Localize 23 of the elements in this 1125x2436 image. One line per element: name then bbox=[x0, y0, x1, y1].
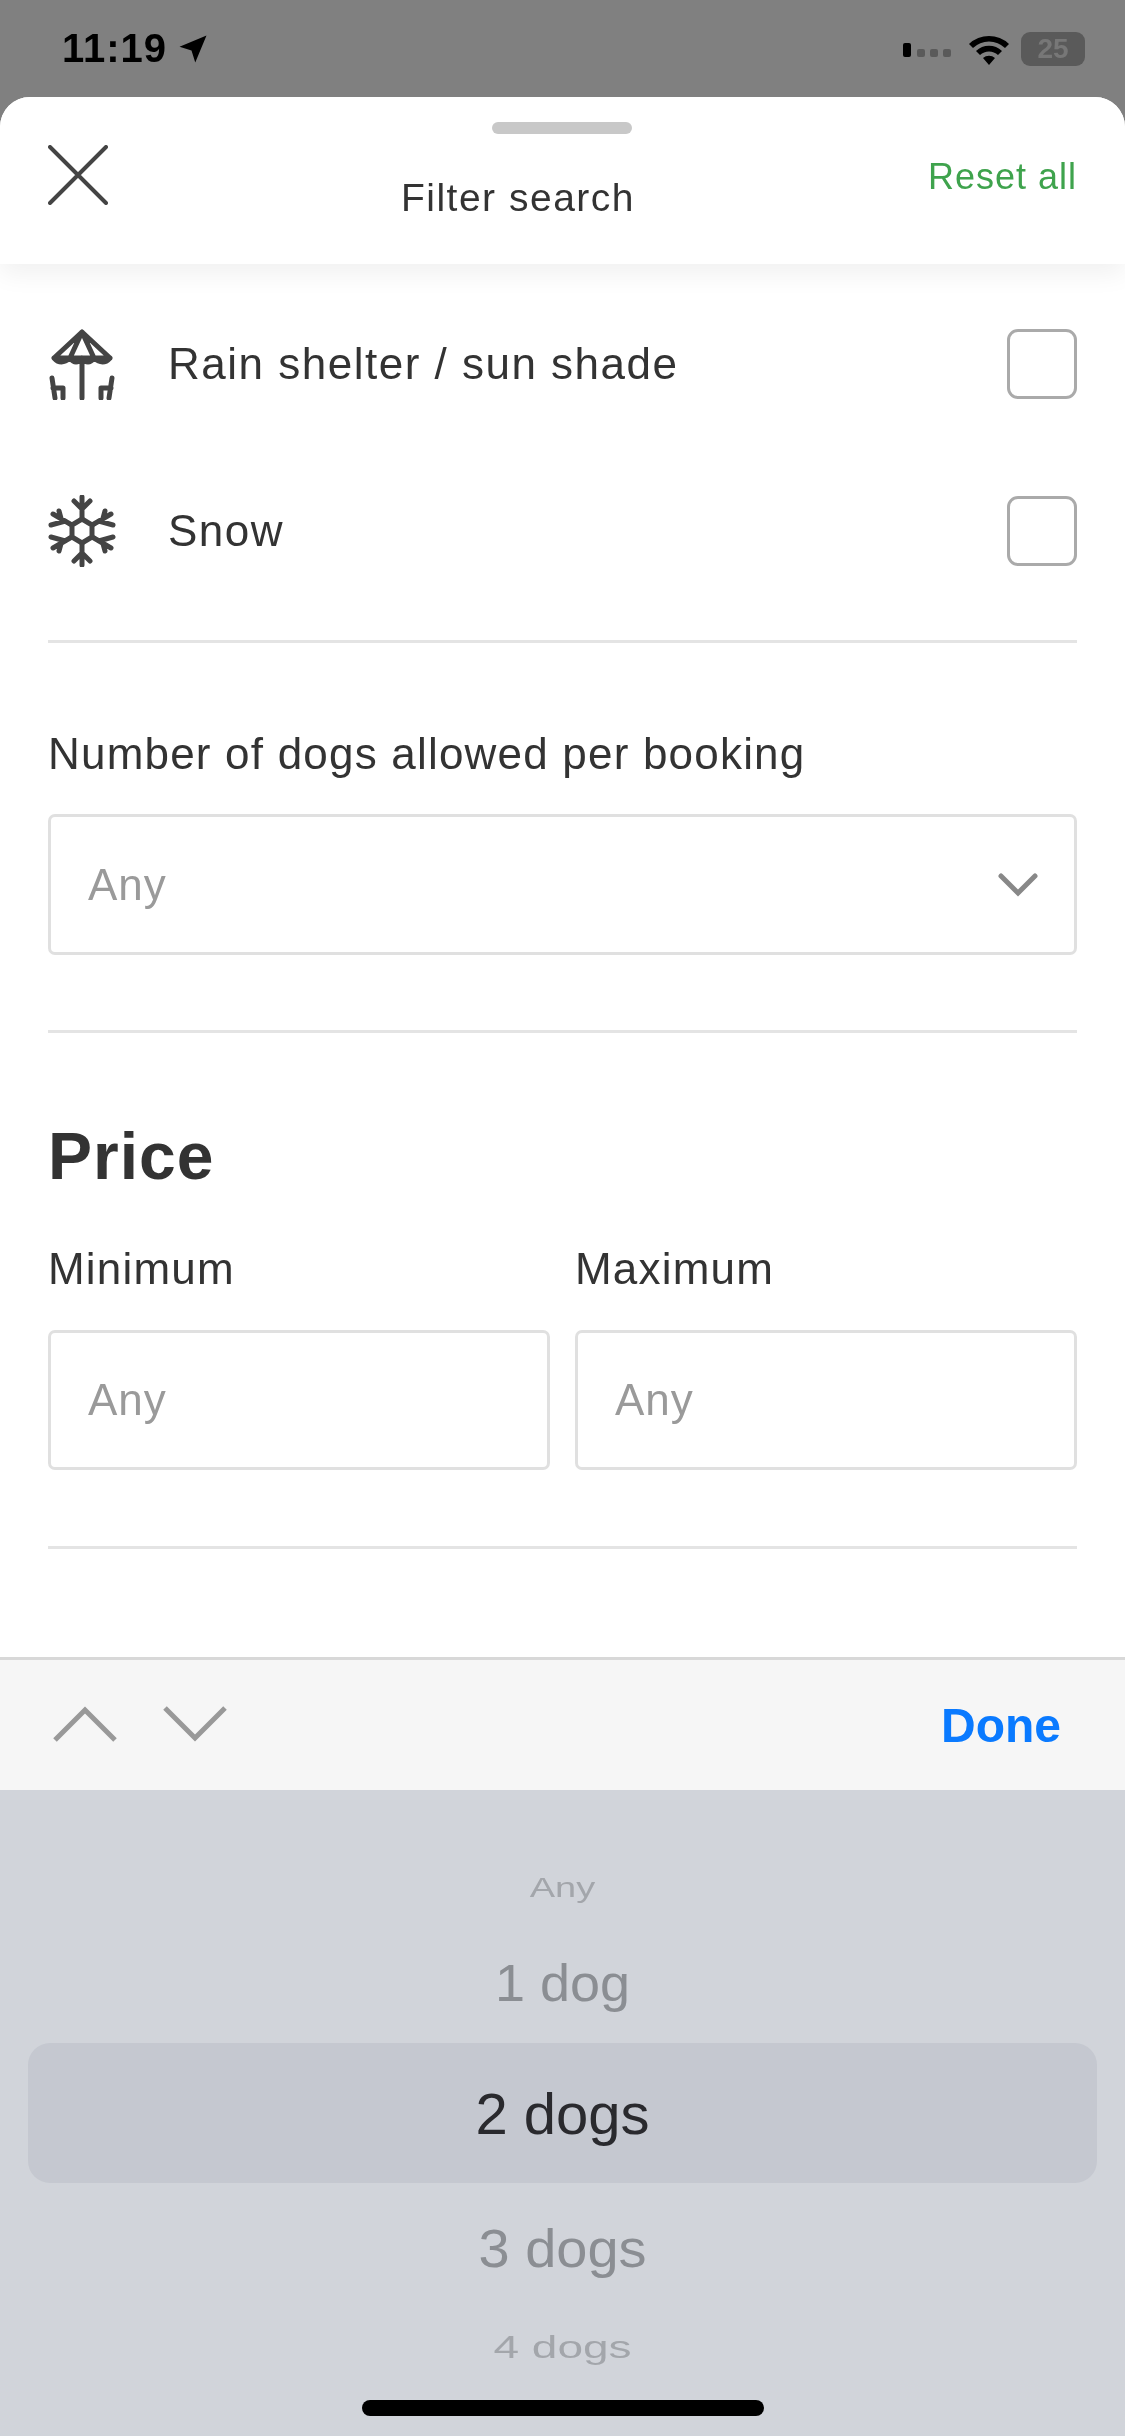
close-button[interactable] bbox=[48, 144, 108, 205]
price-input[interactable]: Any bbox=[48, 1330, 550, 1470]
field-label: Maximum bbox=[575, 1243, 776, 1295]
sheet-title: Filter search bbox=[399, 175, 636, 220]
checkbox[interactable] bbox=[1007, 495, 1077, 566]
option-label: Rain shelter / sun shade bbox=[168, 338, 680, 389]
picker-option[interactable]: 2 dogs bbox=[28, 2043, 1097, 2183]
price-input[interactable]: Any bbox=[575, 1330, 1077, 1470]
clock-time: 11:19 bbox=[62, 26, 168, 71]
checkbox[interactable] bbox=[1007, 328, 1077, 399]
done-button[interactable]: Done bbox=[941, 1697, 1061, 1753]
signal-icon bbox=[903, 40, 953, 57]
picker-option[interactable]: 1 dog bbox=[28, 1922, 1097, 2043]
section-heading: Price bbox=[48, 1118, 216, 1195]
umbrella-chairs-icon bbox=[48, 327, 116, 400]
picker-option[interactable]: 3 dogs bbox=[28, 2183, 1097, 2313]
dogs-select[interactable]: Any bbox=[48, 814, 1077, 955]
field-label: Number of dogs allowed per booking bbox=[48, 728, 807, 780]
option-label: Snow bbox=[168, 505, 286, 556]
chevron-down-icon bbox=[998, 872, 1038, 897]
field-label: Minimum bbox=[48, 1243, 236, 1295]
snowflake-icon bbox=[48, 494, 116, 567]
reset-all-link[interactable]: Reset all bbox=[927, 155, 1077, 198]
